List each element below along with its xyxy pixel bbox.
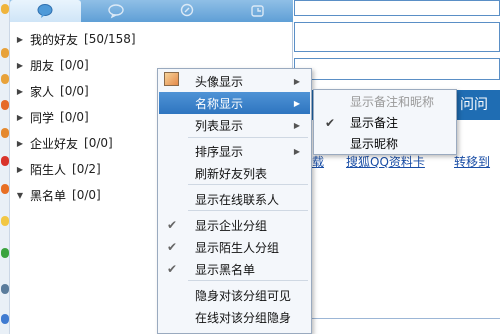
submenu-arrow-icon: ▶ [293,76,300,86]
collapsed-arrow-icon[interactable]: ▶ [10,61,30,70]
context-menu-item[interactable]: 头像显示 ▶ [159,70,310,92]
context-menu-item[interactable]: 隐身对该分组可见 [159,284,310,306]
group-item[interactable]: ▶ 我的好友 [50/158] [10,26,293,52]
group-chat-icon [108,4,124,19]
tab-recent[interactable] [222,0,293,22]
submenu-arrow-icon: ▶ [293,146,300,156]
link-download[interactable]: 载 [312,153,324,170]
menu-separator [188,210,308,211]
context-menu-item[interactable]: 在线对该分组隐身 [159,306,310,328]
submenu-item-label: 显示备注 [350,116,399,130]
context-menu-item[interactable]: 排序显示 ▶ [159,140,310,162]
collapsed-arrow-icon[interactable]: ▶ [10,139,30,148]
group-count: [0/0] [84,136,113,150]
group-count: [0/0] [72,188,101,202]
app-icon[interactable] [1,156,9,166]
menu-separator [188,137,308,138]
app-icon[interactable] [1,284,9,294]
submenu-arrow-icon: ▶ [293,120,300,130]
context-menu-item[interactable]: 显示在线联系人 [159,188,310,210]
menu-item-label: 排序显示 [195,144,244,159]
group-count: [0/0] [60,84,89,98]
context-menu-item[interactable]: 列表显示 ▶ [159,114,310,136]
submenu-item-label: 显示昵称 [350,137,399,151]
menu-item-label: 刷新好友列表 [195,166,268,181]
context-menu-item[interactable]: 刷新好友列表 [159,162,310,184]
menu-item-label: 隐身对该分组可见 [195,288,292,303]
menu-item-label: 显示企业分组 [195,218,268,233]
app-icon[interactable] [1,128,9,138]
collapsed-arrow-icon[interactable]: ▶ [10,165,30,174]
checkmark-icon: ✔ [167,262,178,276]
top-input[interactable] [294,0,500,16]
collapsed-arrow-icon[interactable]: ▶ [10,87,30,96]
transfer-link[interactable]: 转移到 [454,153,490,170]
app-icon[interactable] [1,314,9,324]
app-icon[interactable] [1,248,9,258]
context-menu-item[interactable]: 名称显示 ▶ [159,92,310,114]
group-name: 黑名单 [30,188,67,203]
submenu-arrow-icon: ▶ [293,98,300,108]
collapsed-arrow-icon[interactable]: ▶ [10,35,30,44]
app-icon[interactable] [1,4,9,14]
recent-contacts-icon [250,5,264,17]
checkmark-icon: ✔ [167,240,178,254]
divider [294,318,500,319]
menu-separator [188,184,308,185]
app-icon[interactable] [1,184,9,194]
contact-tabbar [10,0,293,22]
checkmark-icon: ✔ [167,218,178,232]
group-count: [0/0] [60,58,89,72]
menu-item-label: 显示在线联系人 [195,192,280,207]
address-box[interactable] [294,58,500,80]
app-icon-strip [0,0,10,334]
search-box[interactable] [294,22,500,52]
name-display-submenu: 显示备注和昵称 ✔ 显示备注显示昵称 [313,89,457,155]
group-name: 同学 [30,110,55,125]
group-name: 朋友 [30,58,55,73]
collapsed-arrow-icon[interactable]: ▶ [10,113,30,122]
qq-window: ▶ 我的好友 [50/158] ▶ 朋友 [0/0] ▶ 家人 [0/0] ▶ 同学 [0/0] ▶ 企业… [0,0,500,334]
tab-zone[interactable] [152,0,223,22]
menu-separator [188,280,308,281]
submenu-item: 显示备注和昵称 [315,91,455,112]
group-name: 企业好友 [30,136,79,151]
group-name: 我的好友 [30,32,79,47]
context-menu-item[interactable]: ✔ 显示黑名单 [159,258,310,280]
app-icon[interactable] [1,48,9,58]
menu-item-label: 在线对该分组隐身 [195,310,292,325]
info-bar-text: 问问 [460,97,488,113]
menu-item-label: 显示陌生人分组 [195,240,280,255]
context-menu-item[interactable]: ✔ 显示企业分组 [159,214,310,236]
sohu-qq-card-link[interactable]: 搜狐QQ资料卡 [346,153,425,170]
context-menu-item[interactable]: ✔ 显示陌生人分组 [159,236,310,258]
submenu-item-label: 显示备注和昵称 [350,95,435,109]
app-icon[interactable] [1,216,9,226]
group-count: [0/2] [72,162,101,176]
expanded-arrow-icon[interactable]: ▼ [10,191,30,200]
menu-item-label: 头像显示 [195,74,244,89]
app-icon[interactable] [1,100,9,110]
menu-item-label: 名称显示 [195,96,244,111]
group-name: 陌生人 [30,162,67,177]
context-menu: 头像显示 ▶ 名称显示 ▶ 列表显示 ▶ 排序显示 ▶ 刷新好友列表 显示在线联系人 ✔ 显示企业分组… [157,68,312,334]
group-name: 家人 [30,84,55,99]
submenu-item[interactable]: 显示昵称 [315,133,455,154]
checkmark-icon: ✔ [325,115,336,130]
submenu-item[interactable]: ✔ 显示备注 [315,112,455,133]
group-count: [0/0] [60,110,89,124]
zone-icon [180,3,194,17]
tab-groups[interactable] [81,0,152,22]
group-count: [50/158] [84,32,136,46]
chat-bubble-icon [37,4,53,18]
menu-item-label: 显示黑名单 [195,262,256,277]
menu-item-label: 列表显示 [195,118,244,133]
tab-contacts[interactable] [10,0,81,22]
right-area: 问问 载 搜狐QQ资料卡 转移到 [294,0,500,334]
app-icon[interactable] [1,74,9,84]
